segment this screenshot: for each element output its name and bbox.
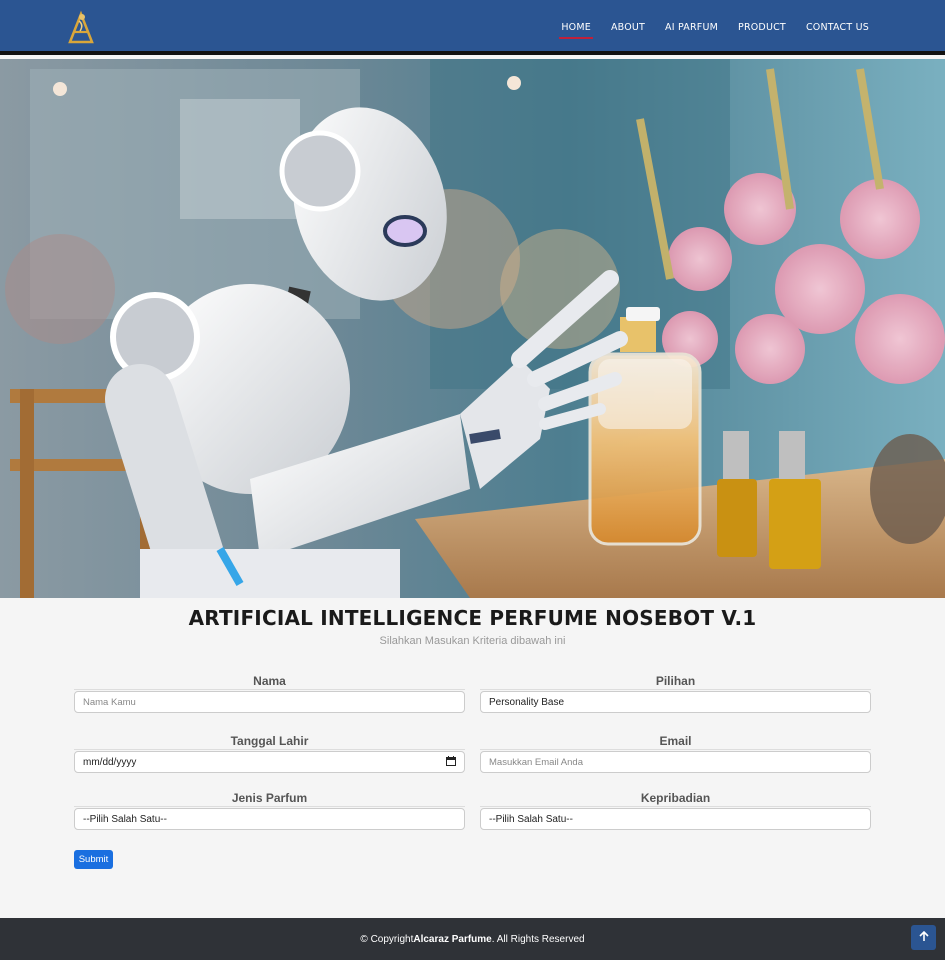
page-subtitle: Silahkan Masukan Kriteria dibawah ini [379,635,566,647]
jenis-parfum-value: --Pilih Salah Satu-- [83,813,167,825]
tanggal-lahir-divider [74,749,465,750]
kepribadian-value: --Pilih Salah Satu-- [489,813,573,825]
kepribadian-label: Kepribadian [640,791,711,805]
site-footer: © Copyright Alcaraz Parfume. All Rights … [0,918,945,960]
nav-about[interactable]: ABOUT [611,22,645,33]
copyright-prefix: © Copyright [360,933,414,945]
hero-image [0,59,945,598]
email-divider [480,749,871,750]
nav-home[interactable]: HOME [559,22,593,39]
kepribadian-divider [480,806,871,807]
site-header: HOME ABOUT AI PARFUM PRODUCT CONTACT US [0,0,945,55]
main-navigation: HOME ABOUT AI PARFUM PRODUCT CONTACT US [541,0,869,55]
jenis-parfum-select[interactable]: --Pilih Salah Satu-- [74,808,465,830]
nav-ai-parfum[interactable]: AI PARFUM [665,22,718,33]
email-placeholder: Masukkan Email Anda [489,756,583,768]
brand-logo[interactable] [66,9,96,45]
nav-product[interactable]: PRODUCT [738,22,786,33]
jenis-parfum-label: Jenis Parfum [231,791,308,805]
kepribadian-select[interactable]: --Pilih Salah Satu-- [480,808,871,830]
email-input[interactable]: Masukkan Email Anda [480,751,871,773]
nama-divider [74,689,465,690]
tanggal-lahir-label: Tanggal Lahir [230,734,309,748]
jenis-parfum-divider [74,806,465,807]
tanggal-lahir-input[interactable]: mm/dd/yyyy [74,751,465,773]
copyright-suffix: . All Rights Reserved [491,933,585,945]
arrow-up-icon [918,929,929,947]
pilihan-select[interactable]: Personality Base [480,691,871,713]
nav-contact-us[interactable]: CONTACT US [806,22,869,33]
submit-button[interactable]: Submit [74,850,113,869]
tanggal-lahir-value: mm/dd/yyyy [83,756,137,768]
copyright-brand: Alcaraz Parfume [413,933,492,945]
pilihan-value: Personality Base [489,696,565,708]
nama-label: Nama [253,674,286,688]
nama-input[interactable]: Nama Kamu [74,691,465,713]
calendar-icon[interactable] [446,755,456,769]
email-label: Email [659,734,692,748]
back-to-top-button[interactable] [911,925,936,950]
pilihan-divider [480,689,871,690]
page-title: ARTIFICIAL INTELLIGENCE PERFUME NOSEBOT … [188,606,757,630]
pilihan-label: Pilihan [655,674,696,688]
nama-placeholder: Nama Kamu [83,696,136,708]
